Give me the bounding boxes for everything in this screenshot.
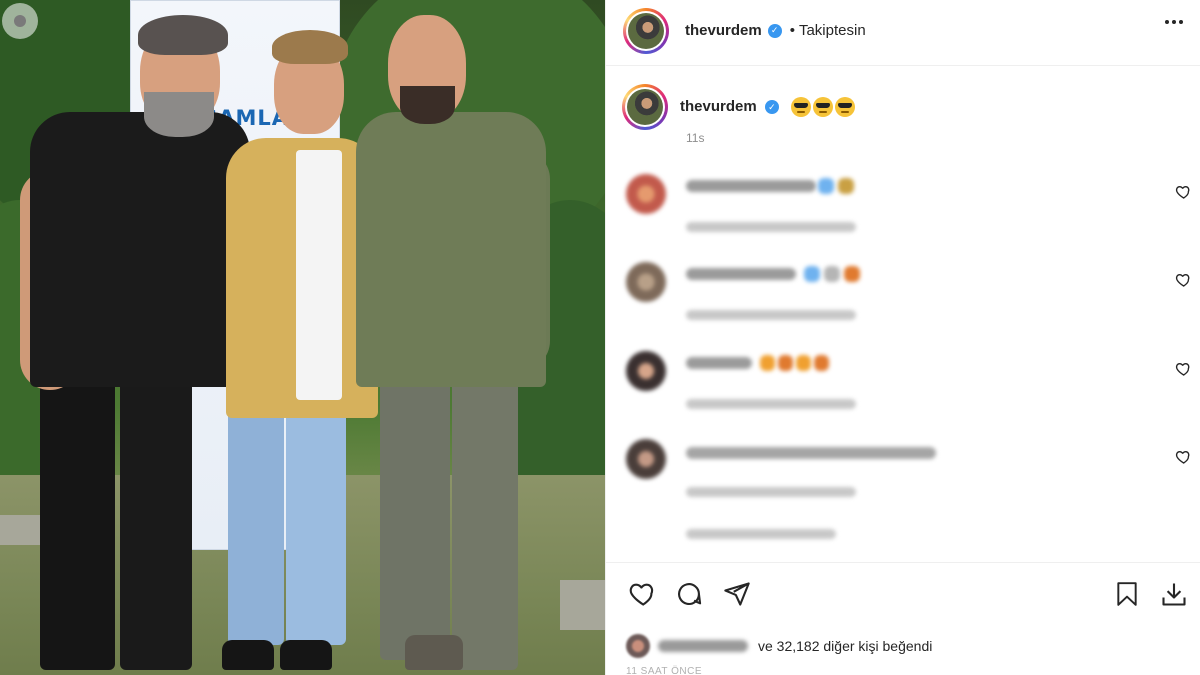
verified-badge-icon: ✓: [764, 100, 779, 114]
comment-emoji-blurred: [814, 355, 829, 371]
comment-emoji-blurred: [818, 178, 834, 194]
avatar-image: [628, 13, 664, 49]
caption-emojis: [791, 97, 856, 117]
like-comment-heart-icon[interactable]: [1175, 361, 1191, 377]
beard: [144, 92, 214, 137]
comment-item: [626, 262, 1191, 342]
post-panel: thevurdem ✓ • Takiptesin thevurdem ✓ 11s: [605, 0, 1200, 675]
commenter-avatar[interactable]: [626, 262, 666, 302]
commenter-avatar[interactable]: [626, 351, 666, 391]
commenter-avatar[interactable]: [626, 439, 666, 479]
username-link[interactable]: thevurdem: [685, 22, 762, 39]
like-comment-heart-icon[interactable]: [1175, 184, 1191, 200]
header-user-info: thevurdem ✓ • Takiptesin: [685, 22, 866, 39]
caption-avatar[interactable]: [622, 84, 668, 130]
more-options-icon[interactable]: [1165, 20, 1183, 24]
comment-item: [626, 351, 1191, 431]
beard: [400, 86, 455, 124]
comment-emoji-blurred: [844, 266, 860, 282]
caption: thevurdem ✓: [622, 84, 856, 130]
sunglasses-emoji-icon: [835, 97, 856, 117]
comment-emoji-blurred: [838, 178, 854, 194]
view-replies-blurred[interactable]: [686, 529, 836, 539]
share-icon: [724, 582, 750, 606]
verified-badge-icon: ✓: [767, 23, 782, 38]
hair: [272, 30, 348, 64]
comment-text-blurred: [686, 357, 752, 369]
liker-avatar[interactable]: [626, 634, 650, 658]
black-tshirt: [30, 112, 250, 387]
olive-shirt: [356, 112, 546, 387]
sunglasses-emoji-icon: [813, 97, 834, 117]
download-button[interactable]: [1158, 578, 1190, 610]
like-comment-heart-icon[interactable]: [1175, 449, 1191, 465]
sneaker: [222, 640, 274, 670]
comment-emoji-blurred: [760, 355, 775, 371]
sunglasses-emoji-icon: [791, 97, 812, 117]
leg: [452, 370, 518, 670]
profile-avatar[interactable]: [623, 8, 669, 54]
comment-item: [626, 174, 1191, 254]
comment-meta-blurred: [686, 310, 856, 320]
boot: [405, 635, 463, 670]
like-button[interactable]: [626, 578, 658, 610]
sneaker: [280, 640, 332, 670]
caption-text: thevurdem ✓: [680, 97, 856, 117]
likes-count-text[interactable]: ve 32,182 diğer kişi beğendi: [758, 638, 932, 654]
share-button[interactable]: [721, 578, 753, 610]
avatar-image: [627, 89, 663, 125]
save-button[interactable]: [1111, 578, 1143, 610]
comment-meta-blurred: [686, 399, 856, 409]
like-comment-heart-icon[interactable]: [1175, 272, 1191, 288]
white-tshirt: [296, 150, 342, 400]
hair: [138, 15, 228, 55]
comment-emoji-blurred: [778, 355, 793, 371]
divider: [606, 562, 1200, 563]
liker-name-blurred[interactable]: [658, 640, 748, 652]
avatar-frame: [626, 11, 666, 51]
post-header: thevurdem ✓ • Takiptesin: [606, 0, 1200, 66]
leg: [380, 370, 450, 660]
comment-meta-blurred: [686, 222, 856, 232]
comment-emoji-blurred: [796, 355, 811, 371]
comment-icon: [678, 583, 702, 606]
leg: [40, 370, 115, 670]
download-icon: [1162, 583, 1186, 606]
likes-summary: ve 32,182 diğer kişi beğendi: [626, 634, 932, 658]
comment-text-blurred: [686, 447, 936, 459]
heart-icon: [629, 583, 654, 606]
post-time: 11s: [686, 131, 705, 145]
comment-emoji-blurred: [804, 266, 820, 282]
commenter-avatar[interactable]: [626, 174, 666, 214]
leg: [228, 400, 284, 645]
leg: [120, 370, 192, 670]
post-timestamp: 11 SAAT ÖNCE: [626, 666, 703, 675]
caption-username[interactable]: thevurdem: [680, 98, 757, 115]
avatar-frame: [625, 87, 665, 127]
post-photo[interactable]: ĞAMLAR M: [0, 0, 605, 675]
separator: •: [789, 22, 795, 39]
leg: [286, 400, 346, 645]
photo-menu-button[interactable]: [2, 3, 38, 39]
comment-text-blurred: [686, 268, 796, 280]
comment-emoji-blurred: [824, 266, 840, 282]
comment-meta-blurred: [686, 487, 856, 497]
comment-button[interactable]: [673, 578, 705, 610]
tag-icon: [14, 15, 26, 27]
comment-item: [626, 439, 1191, 549]
comment-text-blurred: [686, 180, 816, 192]
following-status-button[interactable]: Takiptesin: [799, 22, 866, 39]
stepping-stone: [560, 580, 605, 630]
bookmark-icon: [1117, 582, 1137, 606]
